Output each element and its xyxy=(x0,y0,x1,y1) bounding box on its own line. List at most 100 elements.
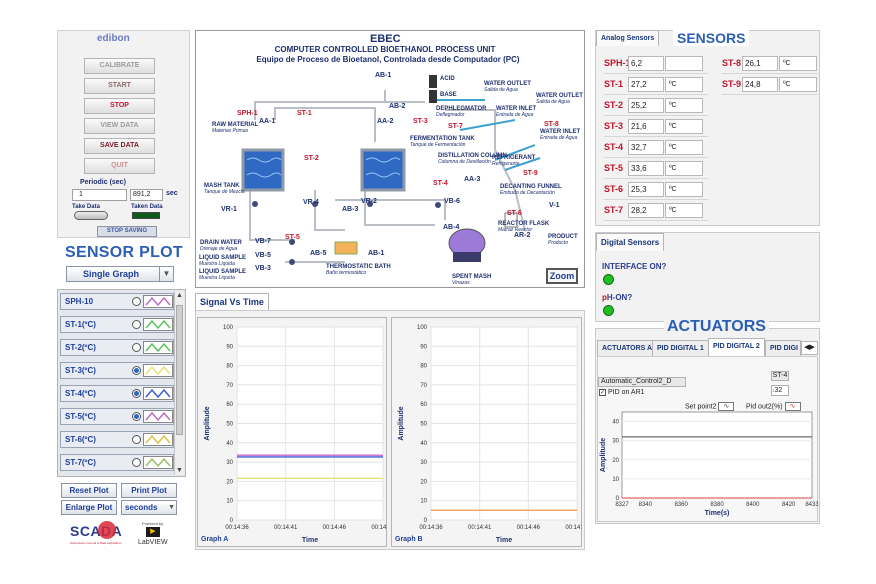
pid-chart: 4030201008327 8340 8360 8380 8400 8420 8433Tim… xyxy=(600,411,818,517)
pid-x-tick-label: 8340 xyxy=(639,502,653,508)
calibrate-button[interactable]: CALIBRATE xyxy=(84,58,155,74)
scada-logo: SCADA Supervision Control & Data Acquisi… xyxy=(70,521,132,551)
tag-ab-5: AB-5 xyxy=(310,250,327,257)
sensor-toggle-radio[interactable] xyxy=(132,412,141,421)
labview-powered: Powered by xyxy=(142,521,164,526)
sensor-row[interactable]: ST-6(ºC) xyxy=(60,431,174,448)
graph-a-y-tick-label: 70 xyxy=(226,383,233,389)
sensor-toggle-radio[interactable] xyxy=(132,389,141,398)
analog-sensor-unit xyxy=(665,56,703,71)
analog-sensor-unit: ºC xyxy=(665,119,703,134)
chevron-down-icon: ▼ xyxy=(168,504,175,511)
sensor-row[interactable]: ST-5(ºC) xyxy=(60,408,174,425)
sensor-row[interactable]: SPH-10 xyxy=(60,293,174,310)
tag-st-8: ST-8 xyxy=(544,121,559,128)
analog-sensor-row: ST-7 28,2 ºC xyxy=(604,201,708,221)
sensor-row[interactable]: ST-2(ºC) xyxy=(60,339,174,356)
plot-color-icon[interactable] xyxy=(143,364,173,377)
analog-sensor-value: 24,8 xyxy=(742,77,778,92)
sensor-row[interactable]: ST-7(ºC) xyxy=(60,454,174,471)
take-data-label: Take Data xyxy=(72,204,100,210)
labview-logo: Powered by ▶ LabVIEW xyxy=(136,521,172,551)
tag-ab-1: AB-1 xyxy=(375,72,392,79)
zoom-button[interactable]: Zoom xyxy=(546,268,578,284)
graph-b-y-tick-label: 10 xyxy=(420,499,427,505)
analog-sensor-label: ST-2 xyxy=(604,100,624,110)
scroll-thumb[interactable] xyxy=(176,305,183,435)
print-plot-button[interactable]: Print Plot xyxy=(121,483,177,498)
dephlegmator-label: DEPHLEGMATOR Deflegmador xyxy=(436,106,487,118)
sensor-toggle-radio[interactable] xyxy=(132,458,141,467)
pid-on-checkbox[interactable]: ✓ PID on AR1 xyxy=(599,389,645,396)
save-data-button[interactable]: SAVE DATA xyxy=(84,138,155,154)
sensor-row[interactable]: ST-3(ºC) xyxy=(60,362,174,379)
time-unit-select[interactable]: seconds ▼ xyxy=(121,500,177,515)
sensor-plot-title: SENSOR PLOT xyxy=(65,244,183,261)
labview-label: LabVIEW xyxy=(138,539,168,546)
plot-color-icon[interactable] xyxy=(143,433,173,446)
ph-on-text: H-ON? xyxy=(606,293,633,302)
sensor-select-label: ST-4 xyxy=(771,371,789,381)
plot-color-icon[interactable] xyxy=(143,456,173,469)
labview-icon: ▶ xyxy=(146,527,160,537)
periodic-label: Periodic (sec) xyxy=(80,179,126,186)
tag-v-1: V-1 xyxy=(549,202,560,209)
tab-signal-vs-time[interactable]: Signal Vs Time xyxy=(195,293,269,311)
tab-scroll-arrows[interactable]: ◀▶ xyxy=(801,341,818,355)
sensor-toggle-radio[interactable] xyxy=(132,343,141,352)
sensor-row[interactable]: ST-4(ºC) xyxy=(60,385,174,402)
tab-pid-digital-1[interactable]: PID DIGITAL 1 xyxy=(652,340,709,356)
view-data-button[interactable]: VIEW DATA xyxy=(84,118,155,134)
take-data-toggle[interactable] xyxy=(74,211,108,220)
analog-sensor-value: 21,6 xyxy=(628,119,664,134)
graph-a-x-tick-label: 00:14:46 xyxy=(323,525,347,531)
tab-pid-digi[interactable]: PID DIGI xyxy=(765,340,801,356)
tab-digital-sensors[interactable]: Digital Sensors xyxy=(596,233,665,251)
ph-on-led xyxy=(603,305,614,316)
tab-actuators-a[interactable]: ACTUATORS A xyxy=(597,340,658,356)
sec-unit-label: sec xyxy=(166,190,178,197)
setpoint-input[interactable]: ↕32 xyxy=(771,385,789,396)
setpoint-value: 32 xyxy=(774,387,783,394)
enlarge-plot-button[interactable]: Enlarge Plot xyxy=(61,500,117,515)
stop-button[interactable]: STOP xyxy=(84,98,155,114)
plot-color-icon[interactable] xyxy=(143,410,173,423)
graph-a-y-axis-label: Amplitude xyxy=(204,406,211,440)
pid-y-tick-label: 10 xyxy=(612,477,619,483)
pid-y-tick-label: 30 xyxy=(612,439,619,445)
graph-mode-select[interactable]: Single Graph ▼ xyxy=(66,266,174,282)
sensor-row[interactable]: ST-1(ºC) xyxy=(60,316,174,333)
quit-button[interactable]: QUIT xyxy=(84,158,155,174)
analog-sensor-label: ST-7 xyxy=(604,205,624,215)
plot-color-icon[interactable] xyxy=(143,295,173,308)
mash-tank xyxy=(241,148,285,192)
scroll-up-icon[interactable]: ▲ xyxy=(176,292,183,299)
stop-saving-button[interactable]: STOP SAVING xyxy=(97,226,157,237)
plot-color-icon[interactable] xyxy=(143,318,173,331)
sensor-toggle-radio[interactable] xyxy=(132,297,141,306)
sensor-list-scrollbar[interactable]: ▲ ▼ xyxy=(174,291,184,475)
graph-a-x-tick-label: 00:14:36 xyxy=(225,525,249,531)
tag-st-5: ST-5 xyxy=(285,234,300,241)
sensor-toggle-radio[interactable] xyxy=(132,320,141,329)
sensor-toggle-radio[interactable] xyxy=(132,435,141,444)
graph-b-y-axis-label: Amplitude xyxy=(398,406,405,440)
pid-x-tick-label: 8360 xyxy=(674,502,688,508)
tab-analog-sensors[interactable]: Analog Sensors xyxy=(596,30,660,46)
interface-on-label: INTERFACE ON? xyxy=(602,262,667,271)
scroll-down-icon[interactable]: ▼ xyxy=(176,467,183,474)
water-outlet-2-label: WATER OUTLET Salida de Agua xyxy=(536,93,583,105)
plot-color-icon[interactable] xyxy=(143,387,173,400)
periodic-input[interactable]: 1 xyxy=(72,189,127,201)
sensors-title: SENSORS xyxy=(673,30,750,46)
analog-sensor-row: ST-8 26,1 ºC xyxy=(722,54,818,74)
tag-vb-6: VB-6 xyxy=(444,198,460,205)
graph-a-y-tick-label: 0 xyxy=(230,518,234,524)
start-button[interactable]: START xyxy=(84,78,155,94)
analog-sensor-label: ST-4 xyxy=(604,142,624,152)
plot-color-icon[interactable] xyxy=(143,341,173,354)
sensor-toggle-radio[interactable] xyxy=(132,366,141,375)
analog-sensor-label: ST-8 xyxy=(722,58,742,68)
tab-pid-digital-2[interactable]: PID DIGITAL 2 xyxy=(708,338,765,356)
reset-plot-button[interactable]: Reset Plot xyxy=(61,483,117,498)
